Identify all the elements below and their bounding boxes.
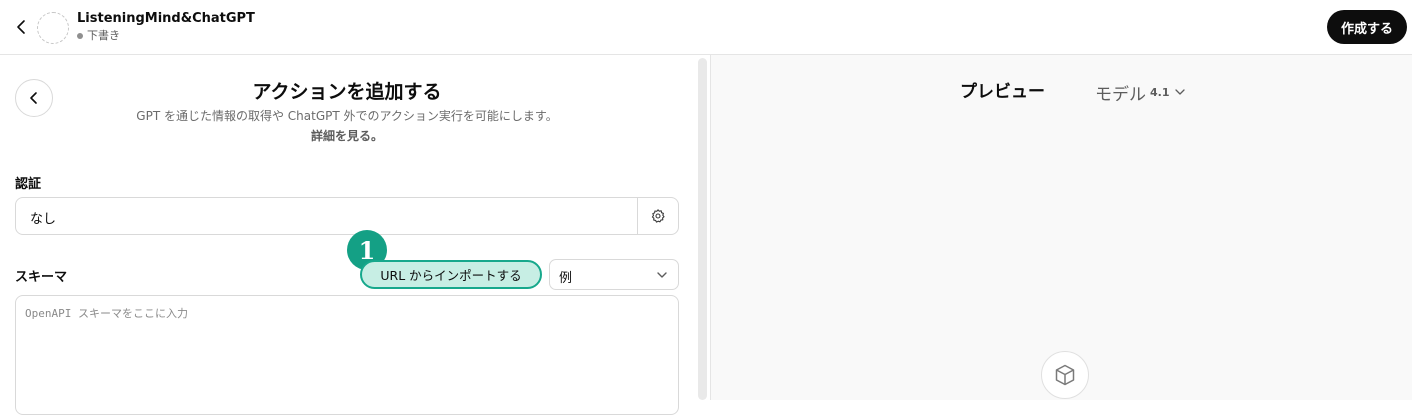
gpt-name: ListeningMind&ChatGPT <box>77 11 255 26</box>
examples-dropdown[interactable]: 例 <box>549 259 679 290</box>
schema-label: スキーマ <box>15 270 68 285</box>
schema-placeholder: OpenAPI スキーマをここに入力 <box>25 307 188 320</box>
model-selector[interactable]: モデル 4.1 <box>1095 81 1186 105</box>
auth-settings-button[interactable] <box>637 198 678 234</box>
cube-icon <box>1055 364 1075 386</box>
chevron-down-icon <box>657 272 667 278</box>
back-button[interactable] <box>10 15 32 39</box>
status-dot-icon <box>77 33 83 39</box>
learn-more-link[interactable]: 詳細を見る。 <box>15 128 679 144</box>
chevron-down-icon <box>1174 89 1185 95</box>
model-label: モデル <box>1095 84 1146 105</box>
gear-icon <box>651 209 665 223</box>
panel-description: GPT を通じた情報の取得や ChatGPT 外でのアクション実行を可能にします… <box>136 109 558 123</box>
preview-title: プレビュー <box>960 82 1045 102</box>
auth-label: 認証 <box>15 177 42 192</box>
preview-panel <box>711 55 1412 400</box>
auth-value: なし <box>30 212 57 227</box>
import-from-url-button[interactable]: URL からインポートする <box>360 260 542 289</box>
examples-label: 例 <box>559 271 573 286</box>
scrollbar[interactable] <box>698 58 707 400</box>
chevron-left-icon <box>17 20 25 34</box>
auth-field[interactable]: なし <box>15 197 679 235</box>
draft-status-label: 下書き <box>87 29 120 42</box>
model-version: 4.1 <box>1150 85 1170 99</box>
panel-title: アクションを追加する <box>252 81 442 103</box>
schema-textarea[interactable]: OpenAPI スキーマをここに入力 <box>15 295 679 415</box>
draft-status: 下書き <box>77 29 120 43</box>
create-button[interactable]: 作成する <box>1327 10 1407 44</box>
preview-placeholder <box>1041 351 1089 399</box>
gpt-avatar[interactable] <box>37 12 69 44</box>
top-bar: ListeningMind&ChatGPT 下書き 作成する <box>0 0 1412 55</box>
